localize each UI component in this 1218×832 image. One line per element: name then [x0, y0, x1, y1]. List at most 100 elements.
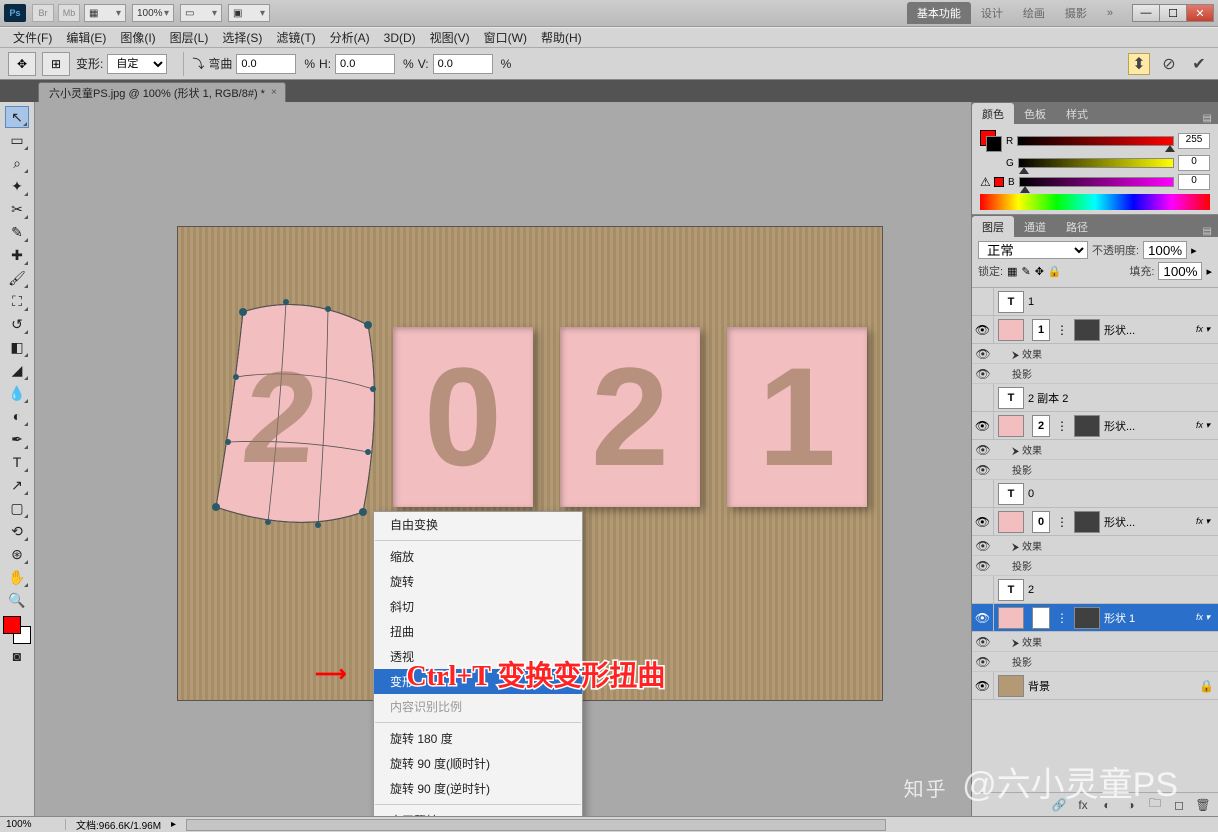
cm-flip-h[interactable]: 水平翻转 [374, 808, 582, 816]
menu-file[interactable]: 文件(F) [6, 29, 59, 46]
tab-swatches[interactable]: 色板 [1014, 103, 1056, 124]
workspace-paint[interactable]: 绘画 [1013, 2, 1055, 24]
fx-header[interactable]: 👁⮞ 效果 [972, 344, 1218, 364]
lock-position-icon[interactable]: ✥ [1035, 265, 1044, 278]
visibility-toggle[interactable]: 👁 [972, 632, 994, 652]
menu-image[interactable]: 图像(I) [113, 29, 162, 46]
menu-select[interactable]: 选择(S) [215, 29, 269, 46]
fx-drop-shadow[interactable]: 👁投影 [972, 652, 1218, 672]
status-zoom[interactable]: 100% [6, 819, 66, 830]
bend-input[interactable] [236, 54, 296, 74]
b-slider[interactable] [1019, 177, 1174, 187]
visibility-toggle[interactable]: 👁 [972, 672, 994, 700]
layer-row[interactable]: T0 [972, 480, 1218, 508]
dodge-tool[interactable]: ◐ [5, 405, 29, 427]
close-button[interactable]: ✕ [1186, 4, 1214, 22]
layer-name[interactable]: 1 [1028, 296, 1214, 308]
layer-name[interactable]: 0 [1028, 488, 1214, 500]
tab-paths[interactable]: 路径 [1056, 216, 1098, 237]
tab-styles[interactable]: 样式 [1056, 103, 1098, 124]
color-spectrum[interactable] [980, 194, 1210, 210]
stamp-tool[interactable]: ⛶ [5, 290, 29, 312]
visibility-toggle[interactable]: 👁 [972, 440, 994, 460]
horizontal-scrollbar[interactable] [186, 819, 886, 831]
marquee-tool[interactable]: ▭ [5, 129, 29, 151]
fx-drop-shadow[interactable]: 👁投影 [972, 364, 1218, 384]
blur-tool[interactable]: 💧 [5, 382, 29, 404]
history-brush-tool[interactable]: ↺ [5, 313, 29, 335]
visibility-toggle[interactable]: 👁 [972, 508, 994, 536]
brush-tool[interactable]: 🖌 [5, 267, 29, 289]
cm-free-transform[interactable]: 自由变换 [374, 512, 582, 537]
fx-badge[interactable]: fx ▾ [1196, 324, 1210, 335]
layer-name[interactable]: 形状 1 [1104, 610, 1196, 626]
commit-transform-button[interactable]: ✔ [1188, 53, 1210, 75]
toggle-warp-button[interactable]: ⬍ [1128, 53, 1150, 75]
arrange-dropdown[interactable]: ▭ [180, 4, 222, 22]
cm-distort[interactable]: 扭曲 [374, 619, 582, 644]
v-input[interactable] [433, 54, 493, 74]
fx-badge[interactable]: fx ▾ [1196, 420, 1210, 431]
move-tool[interactable]: ↖ [5, 106, 29, 128]
menu-3d[interactable]: 3D(D) [377, 31, 423, 45]
cm-rotate-180[interactable]: 旋转 180 度 [374, 726, 582, 751]
lock-all-icon[interactable]: 🔒 [1048, 265, 1062, 278]
tool-preset-icon[interactable]: ✥ [8, 52, 36, 76]
canvas-area[interactable]: 2 0 2 1 自由变换 缩放 旋转 斜切 扭曲 透视 变形 内容识别比例 旋转… [35, 102, 971, 816]
zoom-tool[interactable]: 🔍 [5, 589, 29, 611]
cancel-transform-button[interactable]: ⊘ [1158, 53, 1180, 75]
panel-menu-icon[interactable]: ▤ [1197, 113, 1218, 124]
visibility-toggle[interactable] [972, 480, 994, 508]
r-value[interactable]: 255 [1178, 133, 1210, 149]
quick-mask-toggle[interactable]: ◙ [5, 645, 29, 667]
maximize-button[interactable]: ☐ [1159, 4, 1187, 22]
g-slider[interactable] [1018, 158, 1174, 168]
fill-input[interactable] [1158, 262, 1202, 280]
visibility-toggle[interactable]: 👁 [972, 652, 994, 672]
layer-row[interactable]: 👁2⋮形状...fx ▾ [972, 412, 1218, 440]
g-value[interactable]: 0 [1178, 155, 1210, 171]
zoom-dropdown[interactable]: 100% [132, 4, 174, 22]
menu-filter[interactable]: 滤镜(T) [269, 29, 322, 46]
layer-row[interactable]: T2 [972, 576, 1218, 604]
document-tab[interactable]: 六小灵童PS.jpg @ 100% (形状 1, RGB/8#) * × [38, 82, 286, 102]
menu-view[interactable]: 视图(V) [423, 29, 477, 46]
warp-style-select[interactable]: 自定 [107, 54, 167, 74]
layer-name[interactable]: 背景 [1028, 678, 1199, 694]
visibility-toggle[interactable]: 👁 [972, 536, 994, 556]
minibridge-button[interactable]: Mb [58, 4, 80, 22]
visibility-toggle[interactable]: 👁 [972, 460, 994, 480]
layer-row[interactable]: T2 副本 2 [972, 384, 1218, 412]
layer-row[interactable]: 👁0⋮形状...fx ▾ [972, 508, 1218, 536]
fx-header[interactable]: 👁⮞ 效果 [972, 632, 1218, 652]
fx-badge[interactable]: fx ▾ [1196, 516, 1210, 527]
eraser-tool[interactable]: ◧ [5, 336, 29, 358]
menu-help[interactable]: 帮助(H) [534, 29, 589, 46]
visibility-toggle[interactable] [972, 384, 994, 412]
3d-tool[interactable]: ⟲ [5, 520, 29, 542]
lock-transparency-icon[interactable]: ▦ [1007, 265, 1017, 278]
hand-tool[interactable]: ✋ [5, 566, 29, 588]
type-tool[interactable]: T [5, 451, 29, 473]
eyedropper-tool[interactable]: ✎ [5, 221, 29, 243]
layer-name[interactable]: 2 副本 2 [1028, 390, 1214, 406]
magic-wand-tool[interactable]: ✦ [5, 175, 29, 197]
cm-rotate[interactable]: 旋转 [374, 569, 582, 594]
visibility-toggle[interactable]: 👁 [972, 556, 994, 576]
fx-header[interactable]: 👁⮞ 效果 [972, 536, 1218, 556]
h-input[interactable] [335, 54, 395, 74]
workspace-photo[interactable]: 摄影 [1055, 2, 1097, 24]
cm-scale[interactable]: 缩放 [374, 544, 582, 569]
tab-channels[interactable]: 通道 [1014, 216, 1056, 237]
workspace-basic[interactable]: 基本功能 [907, 2, 971, 24]
warp-grid-icon[interactable]: ⊞ [42, 52, 70, 76]
lock-pixels-icon[interactable]: ✎ [1021, 265, 1030, 278]
b-value[interactable]: 0 [1178, 174, 1210, 190]
visibility-toggle[interactable]: 👁 [972, 364, 994, 384]
layer-row[interactable]: 👁背景🔒 [972, 672, 1218, 700]
menu-layer[interactable]: 图层(L) [163, 29, 216, 46]
visibility-toggle[interactable]: 👁 [972, 412, 994, 440]
cm-rotate-90ccw[interactable]: 旋转 90 度(逆时针) [374, 776, 582, 801]
layer-name[interactable]: 2 [1028, 584, 1214, 596]
warped-shape-2[interactable]: 2 [208, 297, 393, 537]
